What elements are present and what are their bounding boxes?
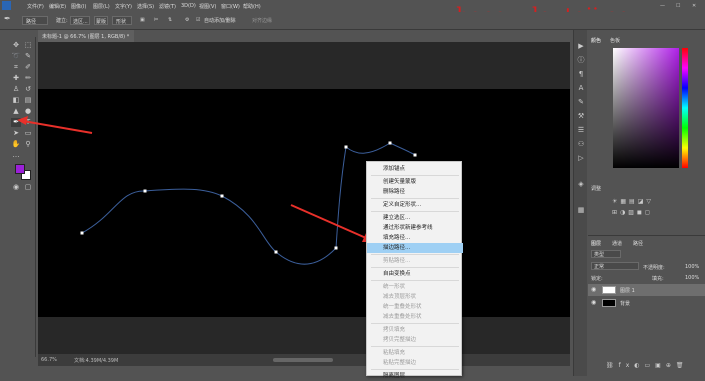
menu-separator [371, 267, 459, 268]
context-menu-item[interactable]: 剪贴路径... [367, 256, 463, 266]
context-menu-item[interactable]: 描边路径... [367, 243, 463, 253]
visibility-eye-icon[interactable]: ◉ [591, 286, 596, 293]
fill-label: 填充: [652, 276, 664, 282]
layer-name: 背景 [620, 301, 631, 307]
opacity-label: 不透明度: [643, 265, 665, 271]
info-icon[interactable]: ⓘ [576, 56, 586, 65]
menu-separator [371, 175, 459, 176]
paragraph-icon[interactable]: ¶ [576, 70, 586, 79]
context-menu-item[interactable]: 拷贝完整描边 [367, 335, 463, 345]
context-menu-item[interactable]: 通过形状新建参考线 [367, 223, 463, 233]
horizontal-scrollbar[interactable] [273, 358, 333, 362]
adjustments-title: 调整 [591, 186, 602, 192]
layers-panel: 图层 通道 路径 类型 正常 不透明度: 100% 锁定: 填充: 100% ◉… [588, 235, 705, 376]
annotation-arrows [17, 116, 373, 242]
context-menu-item[interactable]: 填充路径... [367, 233, 463, 243]
context-menu-item[interactable]: 减去顶层形状 [367, 292, 463, 302]
tab-layers[interactable]: 图层 [591, 240, 601, 247]
tab-channels[interactable]: 通道 [612, 240, 622, 247]
context-menu-item[interactable]: 拷贝填充 [367, 325, 463, 335]
layer-thumbnail [602, 299, 616, 307]
context-menu-item[interactable]: 统一形状 [367, 282, 463, 292]
context-menu-item[interactable]: 减去重叠处形状 [367, 312, 463, 322]
layer-panel-buttons[interactable]: ⛓fx◐▭▣⊕🗑 [606, 362, 701, 372]
lock-label: 锁定: [591, 276, 603, 282]
context-menu-item[interactable]: 隔离图层 [367, 371, 463, 381]
arrow-head-pen-tool [17, 116, 28, 125]
anchor-point[interactable] [220, 194, 224, 198]
visibility-eye-icon[interactable]: ◉ [591, 299, 596, 306]
anchor-point[interactable] [413, 153, 417, 157]
anchor-point[interactable] [334, 246, 338, 250]
character-icon[interactable]: A [576, 84, 586, 93]
history-icon[interactable]: ▶ [576, 42, 586, 51]
anchor-point[interactable] [143, 189, 147, 193]
context-menu-item[interactable]: 统一重叠处形状 [367, 302, 463, 312]
styles-icon[interactable]: ◈ [576, 180, 586, 189]
menu-separator [371, 323, 459, 324]
anchor-point[interactable] [388, 141, 392, 145]
layer-name: 图层 1 [620, 288, 635, 294]
fill-value[interactable]: 100% [685, 275, 699, 281]
menu-separator [371, 198, 459, 199]
layer-row-layer1[interactable]: ◉ 图层 1 [588, 284, 705, 296]
status-bar: 66.7% 文档:4.39M/4.39M [38, 354, 570, 366]
context-menu: 添加锚点创建矢量蒙版 删除路径定义自定形状... 建立选区... 通过形状新建参考线填… [366, 161, 463, 379]
tab-color[interactable]: 颜色 [591, 37, 601, 44]
clone-source-icon[interactable]: ⚇ [576, 140, 586, 149]
actions-icon[interactable]: ▷ [576, 154, 586, 163]
color-picker-field[interactable] [613, 48, 679, 168]
properties-icon[interactable]: ☰ [576, 126, 586, 135]
arrow-to-pen-tool [22, 120, 93, 134]
menu-separator [371, 254, 459, 255]
menu-separator [371, 211, 459, 212]
right-panels: 颜色 色板 调整 ☀▦▤◪▽ ⊞◑▨◼◻ 图层 通道 路径 类型 正常 不透明度:… [588, 30, 705, 376]
arrow-to-stroke-path [290, 204, 367, 239]
context-menu-item[interactable]: 粘贴填充 [367, 348, 463, 358]
context-menu-item[interactable]: 建立选区... [367, 213, 463, 223]
context-menu-item[interactable]: 定义自定形状... [367, 200, 463, 210]
document-info: 文档:4.39M/4.39M [74, 358, 119, 364]
menu-separator [371, 369, 459, 370]
tab-paths[interactable]: 路径 [633, 240, 643, 247]
zoom-level[interactable]: 66.7% [41, 357, 57, 363]
context-menu-item[interactable]: 创建矢量蒙版 [367, 177, 463, 187]
blend-mode-select[interactable]: 正常 [591, 262, 639, 270]
context-menu-item[interactable]: 粘贴完整描边 [367, 358, 463, 368]
brush-settings-icon[interactable]: ✎ [576, 98, 586, 107]
context-menu-item[interactable]: 自由变换点 [367, 269, 463, 279]
libraries-icon[interactable]: ▦ [576, 206, 586, 215]
layer-filter-kind[interactable]: 类型 [591, 250, 621, 258]
tab-swatches[interactable]: 色板 [610, 37, 620, 44]
anchor-point[interactable] [274, 250, 278, 254]
menu-separator [371, 346, 459, 347]
context-menu-item[interactable]: 删除路径 [367, 187, 463, 197]
opacity-value[interactable]: 100% [685, 264, 699, 270]
anchor-point[interactable] [80, 231, 84, 235]
tool-presets-icon[interactable]: ⚒ [576, 112, 586, 121]
adjustment-icons[interactable]: ☀▦▤◪▽ ⊞◑▨◼◻ [612, 196, 682, 218]
layer-thumbnail [602, 286, 616, 294]
menu-separator [371, 280, 459, 281]
context-menu-item[interactable]: 添加锚点 [367, 164, 463, 174]
anchor-point[interactable] [344, 145, 348, 149]
hue-slider[interactable] [682, 48, 688, 168]
panel-icon-strip: ▶ ⓘ ¶ A ✎ ⚒ ☰ ⚇ ▷ ◈ ▦ [573, 30, 587, 376]
layer-row-background[interactable]: ◉ 背景 [588, 297, 705, 309]
